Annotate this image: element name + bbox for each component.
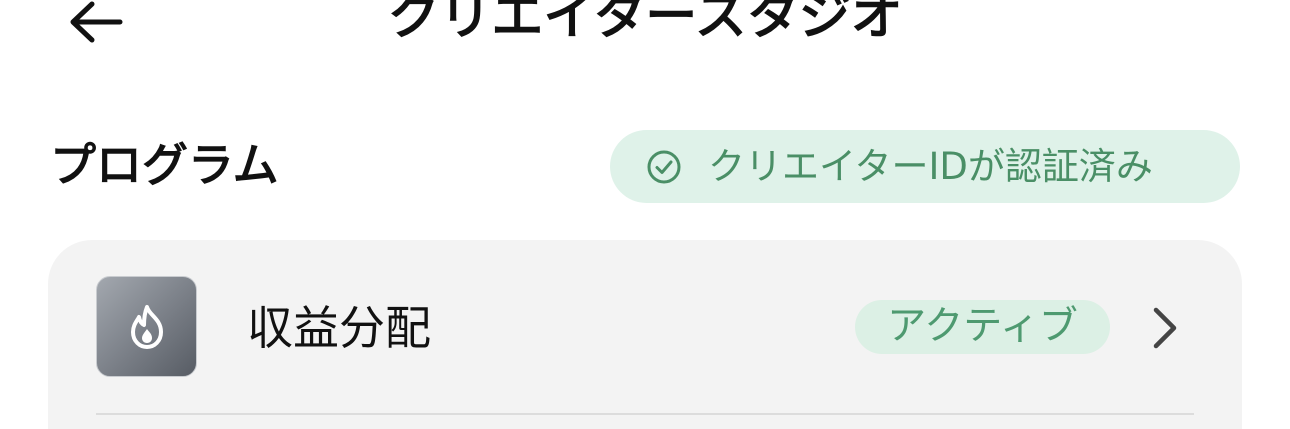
status-badge: アクティブ — [855, 300, 1110, 354]
flame-icon — [130, 304, 163, 349]
section-title: プログラム — [50, 138, 279, 192]
programs-card: 収益分配 アクティブ — [48, 240, 1242, 429]
verified-badge-label: クリエイターIDが認証済み — [708, 144, 1153, 188]
page-title: クリエイタースタジオ — [387, 0, 903, 47]
status-badge-label: アクティブ — [887, 304, 1078, 349]
program-row-revenue-share[interactable]: 収益分配 アクティブ — [48, 240, 1242, 415]
program-icon-tile — [96, 276, 197, 377]
row-divider — [96, 413, 1194, 415]
verified-badge: クリエイターIDが認証済み — [610, 130, 1240, 203]
check-circle-icon — [647, 150, 681, 183]
header-bar: クリエイタースタジオ — [0, 0, 1290, 52]
chevron-right-icon[interactable] — [1146, 306, 1186, 350]
program-name: 収益分配 — [247, 301, 431, 355]
